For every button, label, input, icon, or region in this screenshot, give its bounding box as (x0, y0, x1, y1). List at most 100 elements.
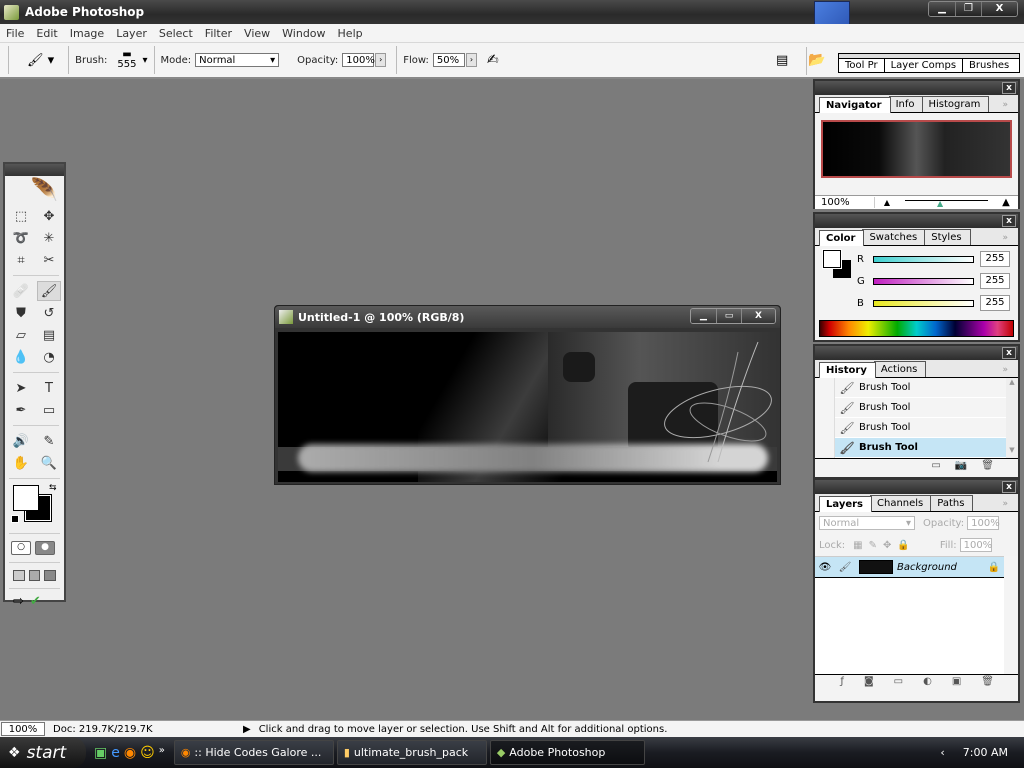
tool-zoom[interactable]: 🔍 (37, 453, 61, 473)
commit-icon[interactable]: ✔ (30, 594, 41, 609)
minimize-button[interactable]: ▁ (929, 2, 955, 16)
document-titlebar[interactable]: Untitled-1 @ 100% (RGB/8) ▁ ▭ X (275, 306, 780, 328)
navigator-preview[interactable] (821, 120, 1012, 178)
new-group-icon[interactable]: ▭ (894, 676, 903, 687)
flow-input[interactable]: 50% (432, 53, 465, 67)
panel-close-icon[interactable]: x (1002, 347, 1016, 359)
default-colors-icon[interactable] (11, 515, 19, 523)
mode-select[interactable]: Normal ▾ (195, 53, 280, 67)
tab-navigator[interactable]: Navigator (819, 97, 891, 113)
tool-shape[interactable]: ▭ (37, 400, 61, 420)
new-document-from-state-icon[interactable]: ▭ (931, 460, 940, 471)
layer-name[interactable]: Background (897, 562, 988, 573)
panel-header[interactable]: x (815, 480, 1018, 494)
palette-options-icon[interactable]: ▤ (776, 53, 788, 68)
menu-file[interactable]: File (0, 27, 30, 40)
tool-healing-brush[interactable]: 🩹 (9, 281, 33, 301)
tool-brush[interactable]: 🖌 (37, 281, 61, 301)
standard-mode-button[interactable]: ○ (11, 541, 31, 555)
panel-close-icon[interactable]: x (1002, 82, 1016, 94)
lock-all-icon[interactable]: 🔒 (897, 540, 909, 551)
firefox-icon[interactable]: ◉ (124, 745, 136, 761)
panel-header[interactable]: x (815, 346, 1018, 360)
taskbar-button-photoshop[interactable]: ◆ Adobe Photoshop (489, 740, 645, 765)
channel-slider[interactable] (873, 255, 974, 263)
quick-mask-button[interactable]: ● (35, 541, 55, 555)
taskbar-button-firefox[interactable]: ◉:: Hide Codes Galore ... (173, 740, 334, 765)
restore-button[interactable]: ❐ (955, 2, 981, 16)
eye-icon[interactable]: 👁 (815, 562, 835, 573)
screen-mode-full-menu[interactable] (28, 570, 41, 581)
history-item[interactable]: 🖌 Brush Tool (815, 377, 1006, 398)
close-button[interactable]: X (981, 2, 1017, 16)
doc-minimize-button[interactable]: ▁ (691, 309, 716, 323)
delete-layer-icon[interactable]: 🗑 (981, 676, 994, 687)
layer-mask-icon[interactable]: ◙ (864, 676, 874, 687)
channel-value[interactable]: 255 (980, 251, 1010, 267)
tool-blur[interactable]: 💧 (9, 347, 33, 367)
airbrush-icon[interactable]: ✍ (487, 52, 499, 68)
brush-picker[interactable]: ▬ 555 (117, 50, 136, 70)
swap-colors-icon[interactable]: ⇆ (49, 483, 57, 493)
well-tab-layer-comps[interactable]: Layer Comps (885, 59, 964, 72)
tool-eraser[interactable]: ▱ (9, 325, 33, 345)
adjustment-layer-icon[interactable]: ◐ (923, 676, 932, 687)
tab-layers[interactable]: Layers (819, 496, 872, 512)
history-item[interactable]: 🖌 Brush Tool (815, 437, 1006, 458)
history-snapshot-checkbox[interactable] (815, 377, 835, 398)
start-button[interactable]: ❖ start (0, 737, 86, 768)
lock-position-icon[interactable]: ✥ (883, 540, 891, 551)
menu-image[interactable]: Image (64, 27, 110, 40)
status-zoom[interactable]: 100% (1, 722, 45, 736)
menu-filter[interactable]: Filter (199, 27, 238, 40)
tool-clone-stamp[interactable]: ⛊ (9, 303, 33, 323)
play-icon[interactable]: ▶ (243, 724, 251, 735)
panel-close-icon[interactable]: x (1002, 215, 1016, 227)
tab-info[interactable]: Info (888, 96, 924, 112)
menu-layer[interactable]: Layer (110, 27, 153, 40)
flow-slider-button[interactable]: › (465, 53, 477, 67)
more-quicklaunch-icon[interactable]: » (159, 745, 165, 761)
zoom-in-icon[interactable]: ▲ (994, 197, 1018, 208)
history-snapshot-checkbox[interactable] (815, 417, 835, 438)
menu-help[interactable]: Help (332, 27, 369, 40)
menu-view[interactable]: View (238, 27, 276, 40)
zoom-slider[interactable]: ▲ (899, 197, 994, 209)
layer-style-icon[interactable]: ƒ (840, 676, 844, 687)
zoom-out-icon[interactable]: ▲ (875, 198, 899, 207)
jump-to-imageready-icon[interactable]: ⇨ (13, 594, 24, 609)
new-snapshot-icon[interactable]: 📷 (955, 460, 967, 471)
taskbar-button-folder[interactable]: ▮ ultimate_brush_pack (336, 740, 487, 765)
channel-slider[interactable] (873, 277, 974, 285)
foreground-color-swatch[interactable] (13, 485, 39, 511)
menu-select[interactable]: Select (153, 27, 199, 40)
doc-size[interactable]: Doc: 219.7K/219.7K (53, 724, 243, 735)
tab-histogram[interactable]: Histogram (921, 96, 990, 112)
navigator-zoom-value[interactable]: 100% (815, 197, 875, 208)
channel-value[interactable]: 255 (980, 295, 1010, 311)
tool-preset-picker[interactable]: 🖌 ▾ (27, 53, 54, 68)
tool-crop[interactable]: ⌗ (9, 250, 33, 270)
channel-slider[interactable] (873, 299, 974, 307)
channel-value[interactable]: 255 (980, 273, 1010, 289)
tool-lasso[interactable]: ➰ (9, 228, 33, 248)
well-tab-brushes[interactable]: Brushes (963, 59, 1015, 72)
panel-header[interactable]: x (815, 214, 1018, 228)
messenger-icon[interactable]: ☺ (140, 745, 155, 761)
tab-channels[interactable]: Channels (870, 495, 933, 511)
layer-row[interactable]: 👁 🖌 Background 🔒 (815, 556, 1004, 578)
tool-magic-wand[interactable]: ✳ (37, 228, 61, 248)
toolbox-header[interactable] (5, 164, 64, 176)
brush-dropdown-icon[interactable]: ▾ (143, 55, 148, 66)
internet-explorer-icon[interactable]: e (111, 745, 120, 761)
opacity-input[interactable]: 100% (342, 53, 375, 67)
tab-swatches[interactable]: Swatches (862, 229, 927, 245)
screen-mode-standard[interactable] (13, 570, 25, 581)
tool-history-brush[interactable]: ↺ (37, 303, 61, 323)
screen-mode-full[interactable] (44, 570, 57, 581)
history-scrollbar[interactable]: ▲ ▼ (1006, 378, 1018, 458)
blend-mode-select[interactable]: Normal ▾ (819, 516, 915, 530)
color-ramp[interactable] (819, 320, 1014, 337)
new-layer-icon[interactable]: ▣ (952, 676, 961, 687)
layer-opacity-input[interactable]: 100% (967, 516, 1000, 530)
